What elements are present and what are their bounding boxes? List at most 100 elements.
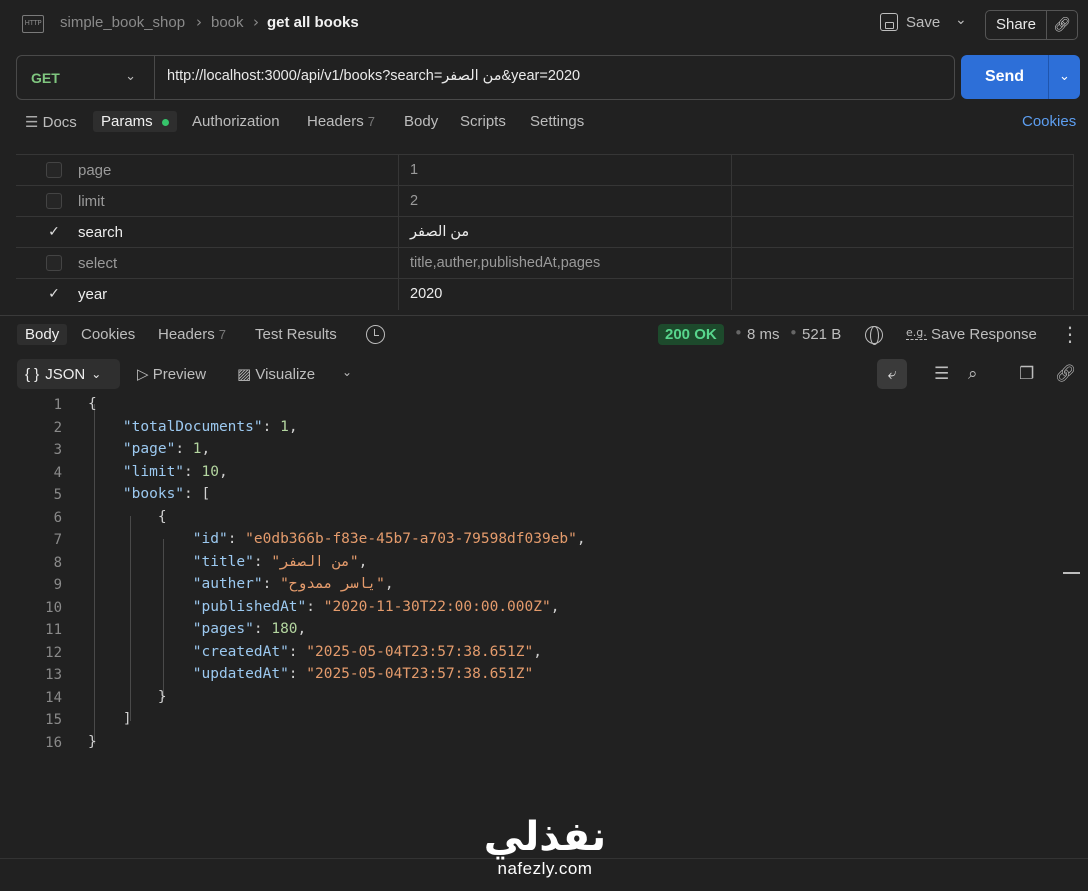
cookies-link[interactable]: Cookies (1022, 113, 1076, 130)
json-value: 180 (271, 621, 298, 637)
param-description-cell[interactable] (732, 279, 1074, 310)
scrollbar-indicator[interactable] (1063, 572, 1080, 574)
code-line: } (88, 734, 97, 750)
param-description-cell[interactable] (732, 248, 1074, 279)
globe-icon[interactable] (865, 326, 883, 345)
watermark-arabic: نفذلي (483, 814, 607, 860)
response-tab-body[interactable]: Body (17, 324, 68, 345)
chevron-down-icon[interactable]: ⌄ (955, 12, 967, 28)
param-description-cell[interactable] (732, 217, 1074, 248)
request-title[interactable]: get all books (267, 14, 359, 31)
param-key-cell[interactable] (16, 217, 399, 248)
param-key: page (78, 162, 112, 179)
link-icon[interactable]: 🔗︎ (1047, 17, 1077, 33)
json-label: JSON (45, 365, 86, 383)
param-checkbox[interactable] (46, 193, 62, 209)
headers-count: 7 (367, 114, 375, 129)
param-checkbox[interactable] (46, 255, 62, 271)
docs-icon: ☰ (25, 114, 39, 131)
line-number: 1 (53, 397, 62, 413)
format-bar: { } JSON ⌄ ▷ Preview ▨ Visualize ⌄ ⤶ ☰ ⌕… (0, 356, 1088, 392)
param-key: select (78, 255, 118, 272)
code-line: } (88, 689, 167, 705)
separator-dot: • (734, 324, 743, 342)
search-icon[interactable]: ⌕ (968, 364, 978, 384)
param-row: ✓ year 2020 (16, 278, 1074, 310)
param-key: year (78, 286, 108, 303)
param-row: page 1 (16, 154, 1074, 186)
tab-scripts[interactable]: Scripts (460, 113, 506, 130)
param-key-cell[interactable] (16, 248, 399, 279)
param-checkbox[interactable]: ✓ (46, 224, 62, 240)
url-input[interactable]: http://localhost:3000/api/v1/books?searc… (167, 68, 580, 84)
json-value: "2025-05-04T23:57:38.651Z" (306, 666, 534, 682)
breadcrumb-folder[interactable]: book (211, 14, 244, 31)
tab-settings[interactable]: Settings (530, 113, 584, 130)
response-tab-test-results[interactable]: Test Results (255, 326, 337, 343)
code-line: "totalDocuments": 1, (122, 419, 298, 435)
request-tabs: ☰ Docs Params Authorization Headers 7 Bod… (0, 108, 1088, 140)
response-headers-label: Headers (158, 326, 215, 343)
line-number: 9 (53, 577, 62, 593)
line-number: 15 (45, 712, 62, 728)
share-button[interactable]: Share 🔗︎ (985, 10, 1078, 40)
param-checkbox[interactable] (46, 162, 62, 178)
send-button[interactable]: Send (961, 55, 1048, 99)
code-line: ] (88, 711, 132, 727)
response-tab-cookies[interactable]: Cookies (81, 326, 135, 343)
save-response-button[interactable]: Save Response (931, 326, 1037, 343)
tab-authorization[interactable]: Authorization (192, 113, 280, 130)
code-line: "limit": 10, (122, 464, 228, 480)
line-number: 14 (45, 689, 62, 706)
json-value: 1 (192, 441, 202, 457)
response-tab-headers[interactable]: Headers 7 (158, 326, 226, 343)
param-value-cell[interactable] (399, 279, 732, 310)
param-checkbox[interactable]: ✓ (46, 286, 62, 302)
watermark: نفذلي nafezly.com (470, 815, 620, 891)
tab-params[interactable]: Params (93, 111, 177, 132)
image-icon: ▨ (237, 366, 252, 383)
response-size: 521 B (802, 326, 842, 343)
param-description-cell[interactable] (732, 186, 1074, 217)
param-key-cell[interactable] (16, 279, 399, 310)
line-number: 2 (53, 419, 62, 436)
status-badge: 200 OK (658, 324, 724, 345)
chevron-down-icon: ⌄ (91, 367, 102, 381)
param-value-cell[interactable] (399, 186, 732, 217)
param-key-cell[interactable] (16, 186, 399, 217)
save-label: Save (906, 13, 941, 31)
param-key-cell[interactable] (16, 155, 399, 186)
json-format-button[interactable]: { } JSON ⌄ (17, 359, 120, 389)
json-value: 10 (201, 464, 219, 480)
preview-button[interactable]: ▷ Preview (137, 365, 206, 383)
method-label: GET (31, 69, 60, 86)
line-number: 7 (53, 532, 62, 548)
params-active-dot (161, 118, 169, 126)
tab-docs-label: Docs (42, 114, 77, 131)
tab-docs[interactable]: ☰ Docs (25, 113, 77, 131)
param-description-cell[interactable] (732, 155, 1074, 186)
history-icon[interactable] (366, 325, 385, 344)
share-label: Share (986, 11, 1047, 39)
params-table: page 1 limit 2 ✓ search من الصفر select title,au… (16, 154, 1074, 311)
param-value-cell[interactable] (399, 155, 732, 186)
tab-body[interactable]: Body (404, 113, 438, 130)
copy-icon[interactable]: ❐ (1019, 364, 1034, 384)
tab-headers[interactable]: Headers 7 (307, 113, 375, 130)
line-number: 13 (45, 667, 62, 683)
wrap-lines-icon[interactable]: ⤶ (877, 359, 907, 389)
link-icon[interactable]: 🔗︎ (1055, 364, 1077, 384)
breadcrumb-collection[interactable]: simple_book_shop (60, 14, 185, 31)
visualize-button[interactable]: ▨ Visualize (237, 365, 315, 383)
chevron-down-icon[interactable]: ⌄ (342, 365, 352, 379)
response-body-editor[interactable]: { "totalDocuments": 1, "page": 1, "limit… (0, 394, 1070, 774)
top-bar: HTTP simple_book_shop › book › get all b… (0, 0, 1088, 50)
method-select[interactable]: GET ⌄ (17, 56, 155, 99)
save-button[interactable]: Save (880, 13, 940, 31)
send-options-chevron-icon[interactable]: ⌄ (1048, 55, 1080, 99)
filter-icon[interactable]: ☰ (934, 364, 949, 384)
more-options-icon[interactable]: ⋮ (1060, 322, 1081, 346)
line-number: 8 (53, 554, 62, 571)
code-line: "id": "e0db366b-f83e-45b7-a703-79598df03… (192, 531, 586, 547)
chevron-down-icon: ⌄ (125, 68, 136, 83)
